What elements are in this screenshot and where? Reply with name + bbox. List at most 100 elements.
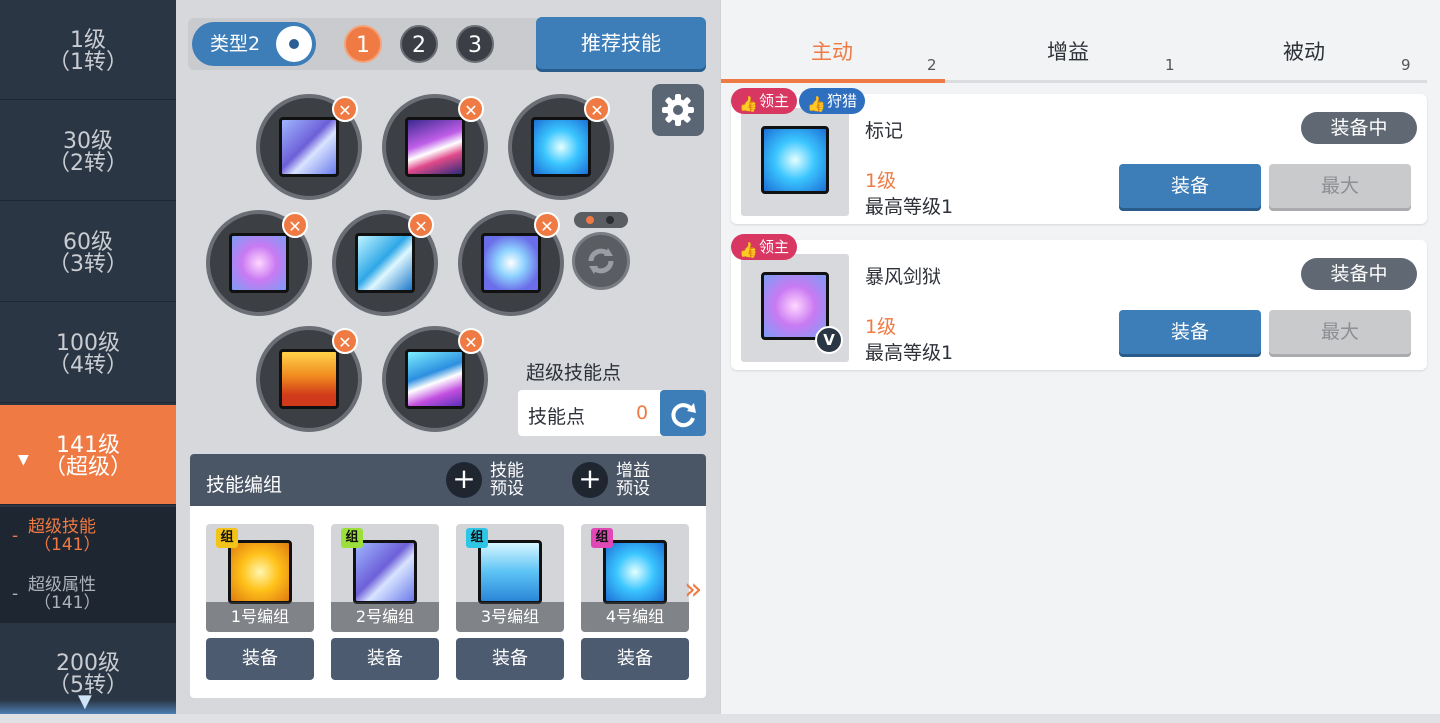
skill-slot-2[interactable]: ✕ [382,94,488,200]
skill-level: 1级 [865,170,897,192]
skill-icon [279,117,339,177]
tab-passive-skills[interactable]: 被动 [1283,36,1325,66]
badge-label: 狩猎 [827,92,858,110]
remove-icon[interactable]: ✕ [584,96,610,122]
tab-buff-skills[interactable]: 增益 [1047,36,1089,66]
nav-sub-dash: - [12,584,19,604]
preset-1-button[interactable]: 1 [344,25,382,63]
remove-icon[interactable]: ✕ [458,328,484,354]
remove-icon[interactable]: ✕ [282,212,308,238]
skill-icon [353,540,417,604]
refresh-icon [671,403,696,428]
thumb-up-icon: 👍 [739,95,758,113]
combo-caption: 3号编组 [456,602,564,632]
nav-tier-1[interactable]: 1级 （1转） [0,0,176,100]
combo-equip-button[interactable]: 装备 [331,638,439,680]
combo-title: 技能编组 [206,474,283,496]
skill-slot-4[interactable]: ✕ [206,210,312,316]
skill-slot-6[interactable]: ✕ [458,210,564,316]
preset-3-button[interactable]: 3 [456,25,494,63]
skill-slot-8[interactable]: ✕ [382,326,488,432]
combo-equip-button[interactable]: 装备 [206,638,314,680]
combo-card-4[interactable]: 组 4号编组 [581,524,689,632]
next-combo-arrow-icon[interactable]: » [684,572,702,607]
thumb-up-icon: 👍 [739,241,758,259]
combo-tag: 组 [216,528,238,548]
tab-count: 9 [1401,56,1411,74]
remove-icon[interactable]: ✕ [332,328,358,354]
nav-tier-level: 1级 [70,28,106,53]
combo-caption: 1号编组 [206,602,314,632]
remove-icon[interactable]: ✕ [458,96,484,122]
super-skill-points-box: 技能点 0 [518,390,706,436]
combo-tag: 组 [591,528,613,548]
nav-tier-100[interactable]: 100级 （4转） [0,303,176,403]
settings-button[interactable] [652,84,704,136]
combo-card-2[interactable]: 组 2号编组 [331,524,439,632]
refresh-icon [588,248,614,274]
nav-tier-job: （2转） [48,151,128,176]
max-button[interactable]: 最大 [1269,310,1411,354]
type-toggle[interactable]: 类型2 [192,22,316,66]
combo-caption: 4号编组 [581,602,689,632]
badge-label: 领主 [759,238,790,256]
skill-row[interactable]: 👍 领主 👍 狩猎 标记 1级 最高等级1 装备中 装备 最大 [731,88,1427,224]
nav-tier-141[interactable]: ▼ 141级 （超级） [0,405,176,505]
skill-slot-5[interactable]: ✕ [332,210,438,316]
tab-active-skills[interactable]: 主动 [811,36,853,66]
skill-points-value: 0 [636,402,649,424]
skill-slot-1[interactable]: ✕ [256,94,362,200]
tab-active-indicator [721,79,945,83]
combo-card-1[interactable]: 组 1号编组 [206,524,314,632]
nav-tier-level: 60级 [63,230,113,255]
tab-count: 2 [927,56,937,74]
page-dot [606,216,614,224]
add-buff-preset-button[interactable]: + [572,462,608,498]
combo-tag: 组 [466,528,488,548]
skill-icon [355,233,415,293]
combo-caption: 2号编组 [331,602,439,632]
add-skill-preset-button[interactable]: + [446,462,482,498]
max-button[interactable]: 最大 [1269,164,1411,208]
nav-tier-60[interactable]: 60级 （3转） [0,202,176,302]
skill-name: 标记 [865,120,904,142]
skill-slot-7[interactable]: ✕ [256,326,362,432]
rotate-slots-button[interactable] [572,232,630,290]
nav-sub-num: （141） [34,535,101,555]
scroll-down-chevron-icon[interactable]: ▼ [78,691,92,712]
remove-icon[interactable]: ✕ [534,212,560,238]
remove-icon[interactable]: ✕ [332,96,358,122]
equip-button[interactable]: 装备 [1119,164,1261,208]
combo-equip-button[interactable]: 装备 [456,638,564,680]
reset-points-button[interactable] [660,390,706,436]
expand-triangle-icon: ▼ [18,452,29,468]
skill-row[interactable]: V 👍 领主 暴风剑狱 1级 最高等级1 装备中 装备 最大 [731,234,1427,370]
skill-slot-panel: 类型2 1 2 3 推荐技能 ✕ ✕ ✕ ✕ ✕ ✕ ✕ ✕ 超级技能点 技能点… [176,0,720,714]
skill-icon [603,540,667,604]
nav-tier-level: 30级 [63,129,113,154]
nav-sub-num: （141） [34,593,101,613]
skill-icon [228,540,292,604]
skill-icon-frame: V [741,254,849,362]
v-skill-mark: V [815,326,843,354]
nav-tier-30[interactable]: 30级 （2转） [0,101,176,201]
hunt-badge: 👍 狩猎 [799,88,866,114]
nav-tier-job: （1转） [48,50,128,75]
badge-label: 领主 [759,92,790,110]
left-nav: 1级 （1转） 30级 （2转） 60级 （3转） 100级 （4转） ▼ 14… [0,0,176,714]
page-dots [574,212,628,228]
preset-2-button[interactable]: 2 [400,25,438,63]
skill-icon [405,117,465,177]
type-label: 类型2 [210,33,261,55]
equip-button[interactable]: 装备 [1119,310,1261,354]
combo-card-3[interactable]: 组 3号编组 [456,524,564,632]
skill-slot-3[interactable]: ✕ [508,94,614,200]
nav-sub-super-stat[interactable]: - 超级属性 （141） [0,565,176,623]
recommend-skill-button[interactable]: 推荐技能 [536,17,706,69]
nav-sub-super-skill[interactable]: - 超级技能 （141） [0,507,176,565]
skill-icon [761,126,829,194]
remove-icon[interactable]: ✕ [408,212,434,238]
lord-badge: 👍 领主 [731,234,798,260]
page-dot-active [586,216,594,224]
combo-equip-button[interactable]: 装备 [581,638,689,680]
